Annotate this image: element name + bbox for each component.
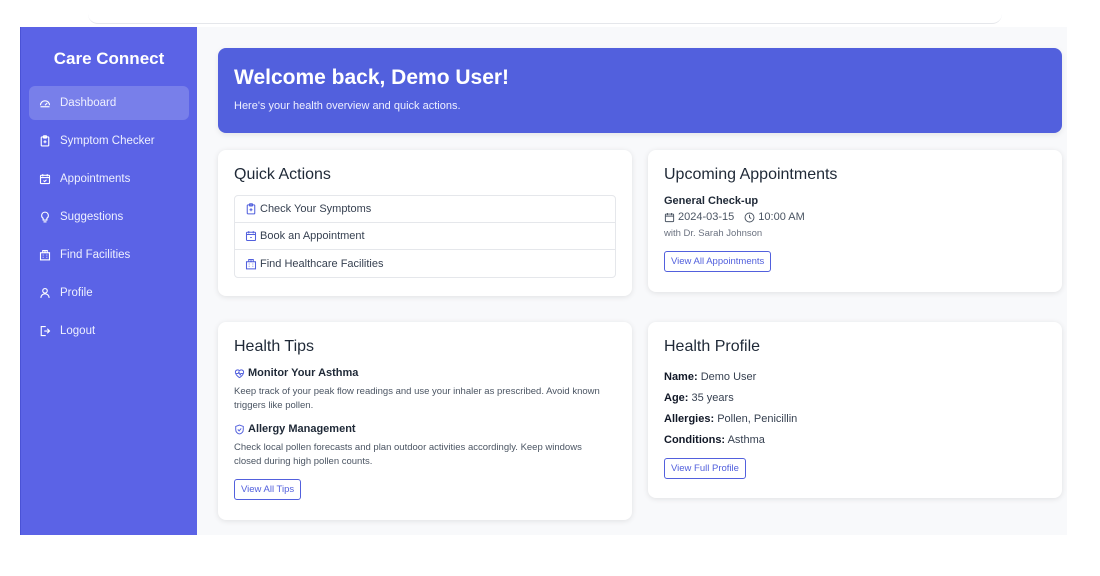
tip-title-allergy: Allergy Management xyxy=(234,423,616,435)
profile-name-row: Name: Demo User xyxy=(664,371,1046,383)
view-all-tips-button[interactable]: View All Tips xyxy=(234,479,302,500)
sidebar-item-label: Logout xyxy=(60,325,96,337)
sidebar-item-label: Dashboard xyxy=(60,97,117,109)
appointments-card: Upcoming Appointments General Check-up 2… xyxy=(648,150,1062,292)
book-appointment-link[interactable]: Book an Appointment xyxy=(235,223,615,250)
sidebar-item-label: Symptom Checker xyxy=(60,135,155,147)
tip-body-asthma: Keep track of your peak flow readings an… xyxy=(234,386,600,411)
calendar-icon xyxy=(39,173,51,185)
calendar-icon xyxy=(664,212,675,222)
appointment-name: General Check-up xyxy=(664,195,759,207)
health-tips-card: Health Tips Monitor Your Asthma Keep tra… xyxy=(218,322,632,520)
find-facilities-link[interactable]: Find Healthcare Facilities xyxy=(235,250,615,277)
quick-action-label: Book an Appointment xyxy=(260,230,365,242)
app-window: Care Connect Dashboard Symptom Checker A… xyxy=(20,27,1067,535)
welcome-subtitle: Here's your health overview and quick ac… xyxy=(234,100,461,112)
sidebar-item-label: Profile xyxy=(60,287,93,299)
sidebar-item-label: Appointments xyxy=(60,173,131,185)
hospital-icon xyxy=(39,249,51,261)
health-tips-title: Health Tips xyxy=(234,338,315,355)
profile-label: Name: xyxy=(664,371,698,383)
shield-icon xyxy=(235,424,244,434)
clipboard-icon xyxy=(245,203,257,215)
sidebar-item-label: Find Facilities xyxy=(60,249,131,261)
user-icon xyxy=(39,287,51,299)
sidebar-item-profile[interactable]: Profile xyxy=(29,276,189,310)
tip-body-allergy: Check local pollen forecasts and plan ou… xyxy=(234,442,582,467)
logout-icon xyxy=(39,325,51,337)
appointment-doctor: with Dr. Sarah Johnson xyxy=(664,228,763,239)
profile-value: Asthma xyxy=(727,434,765,446)
view-full-profile-button[interactable]: View Full Profile xyxy=(664,458,746,479)
sidebar-item-label: Suggestions xyxy=(60,211,124,223)
lightbulb-icon xyxy=(39,211,51,223)
welcome-banner: Welcome back, Demo User! Here's your hea… xyxy=(218,48,1062,133)
tip-title-text: Monitor Your Asthma xyxy=(248,367,359,379)
sidebar-item-symptom-checker[interactable]: Symptom Checker xyxy=(29,124,189,158)
quick-actions-card: Quick Actions Check Your Symptoms Book a… xyxy=(218,150,632,296)
profile-label: Age: xyxy=(664,392,689,404)
sidebar-item-logout[interactable]: Logout xyxy=(29,314,189,348)
quick-actions-title: Quick Actions xyxy=(234,166,331,183)
appointment-date: 2024-03-15 xyxy=(678,211,735,223)
sidebar-item-dashboard[interactable]: Dashboard xyxy=(29,86,189,120)
profile-value: Demo User xyxy=(700,371,757,383)
health-profile-title: Health Profile xyxy=(664,338,761,355)
sidebar-item-suggestions[interactable]: Suggestions xyxy=(29,200,189,234)
clock-icon xyxy=(744,212,755,222)
appointments-title: Upcoming Appointments xyxy=(664,166,838,183)
profile-value: Pollen, Penicillin xyxy=(717,413,798,425)
sidebar-item-find-facilities[interactable]: Find Facilities xyxy=(29,238,189,272)
health-profile-card: Health Profile Name: Demo User Age: 35 y… xyxy=(648,322,1062,498)
calendar-icon xyxy=(245,230,257,242)
main-content: Welcome back, Demo User! Here's your hea… xyxy=(197,27,1067,535)
dashboard-icon xyxy=(39,97,51,109)
quick-actions-list: Check Your Symptoms Book an Appointment … xyxy=(234,195,616,278)
profile-label: Allergies: xyxy=(664,413,715,425)
sidebar: Care Connect Dashboard Symptom Checker A… xyxy=(20,27,197,535)
heart-pulse-icon xyxy=(234,368,245,378)
hospital-icon xyxy=(245,258,257,270)
quick-action-label: Check Your Symptoms xyxy=(260,203,372,215)
clipboard-icon xyxy=(39,135,51,147)
check-symptoms-link[interactable]: Check Your Symptoms xyxy=(235,196,615,223)
tip-title-asthma: Monitor Your Asthma xyxy=(234,367,616,379)
profile-value: 35 years xyxy=(691,392,734,404)
profile-conditions-row: Conditions: Asthma xyxy=(664,434,1046,446)
quick-action-label: Find Healthcare Facilities xyxy=(260,257,384,270)
brand-title: Care Connect xyxy=(53,49,165,68)
profile-label: Conditions: xyxy=(664,434,726,446)
profile-age-row: Age: 35 years xyxy=(664,392,1046,404)
profile-allergies-row: Allergies: Pollen, Penicillin xyxy=(664,413,1046,425)
tip-title-text: Allergy Management xyxy=(248,423,356,435)
sidebar-item-appointments[interactable]: Appointments xyxy=(29,162,189,196)
welcome-title: Welcome back, Demo User! xyxy=(234,66,510,89)
view-all-appointments-button[interactable]: View All Appointments xyxy=(664,251,772,272)
appointment-datetime: 2024-03-15 10:00 AM xyxy=(664,211,1046,223)
top-search-bar-edge xyxy=(88,0,1002,24)
appointment-time: 10:00 AM xyxy=(758,211,805,223)
